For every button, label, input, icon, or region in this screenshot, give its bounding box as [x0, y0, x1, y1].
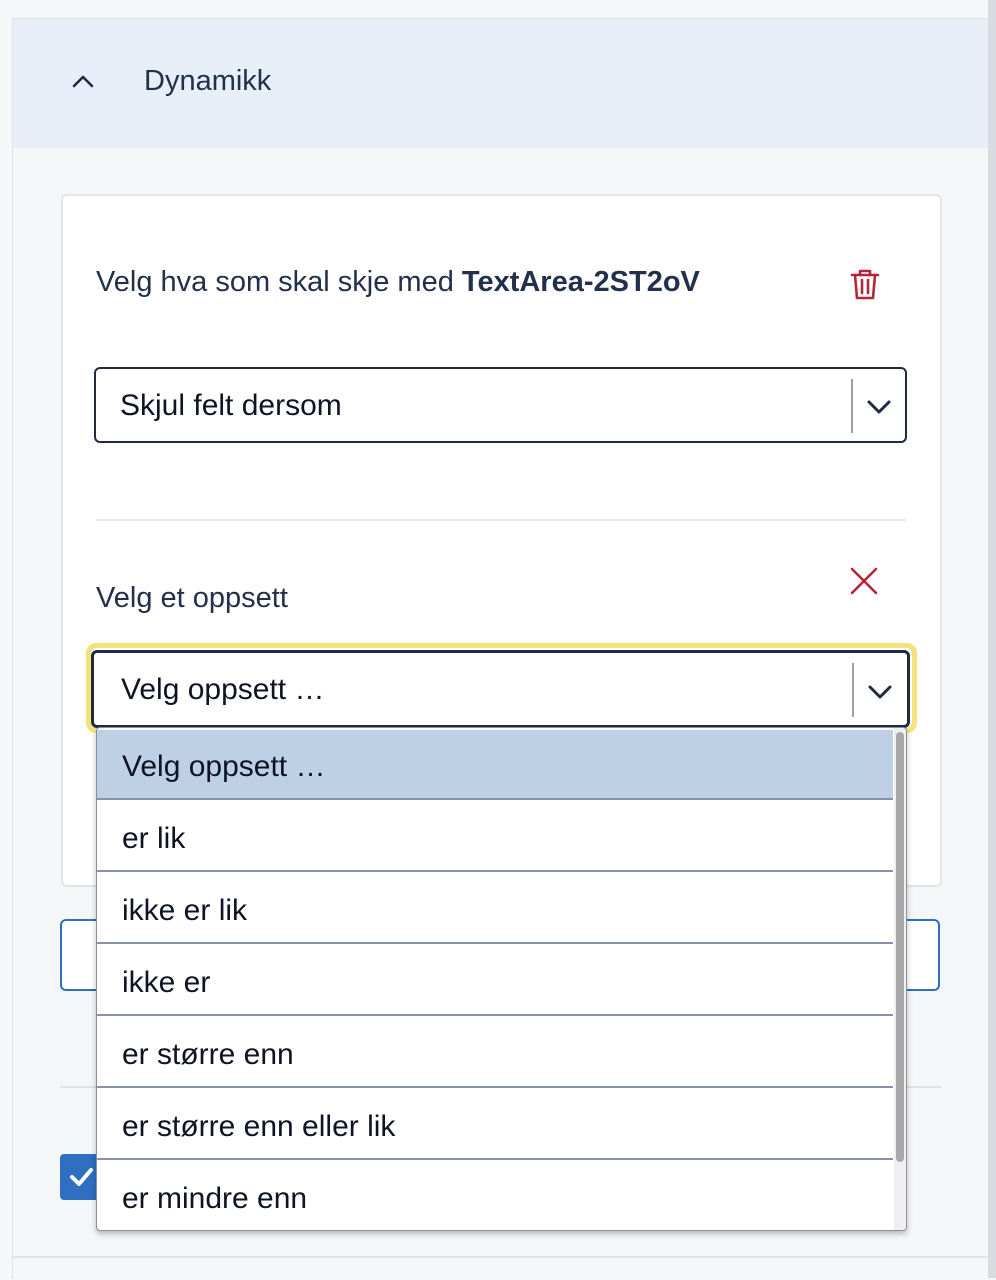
trash-icon[interactable] [850, 268, 880, 300]
chevron-down-icon[interactable] [867, 684, 893, 700]
panel-footer [13, 1256, 988, 1280]
check-icon [70, 1168, 93, 1186]
action-select[interactable]: Skjul felt dersom [94, 367, 907, 443]
close-icon[interactable] [850, 567, 878, 595]
dropdown-option[interactable]: ikke er lik [97, 874, 893, 944]
select-divider [852, 663, 854, 717]
action-select-value: Skjul felt dersom [120, 389, 342, 422]
dropdown-option[interactable]: er mindre enn [97, 1162, 893, 1230]
divider [96, 519, 906, 521]
checkbox[interactable] [60, 1154, 100, 1200]
condition-dropdown-list[interactable]: Velg oppsett … er lik ikke er lik ikke e… [96, 727, 907, 1231]
chevron-down-icon[interactable] [866, 399, 892, 415]
page-scrollbar[interactable] [988, 0, 996, 1278]
dropdown-option[interactable]: ikke er [97, 946, 893, 1016]
dropdown-scrollbar[interactable] [894, 728, 906, 1230]
dropdown-option[interactable]: er større enn [97, 1018, 893, 1088]
dropdown-option[interactable]: er lik [97, 802, 893, 872]
rule-description: Velg hva som skal skje med TextArea-2ST2… [96, 266, 700, 299]
dropdown-option[interactable]: Velg oppsett … [97, 730, 893, 800]
section-title: Dynamikk [144, 65, 272, 97]
dropdown-option[interactable]: er større enn eller lik [97, 1090, 893, 1160]
dropdown-scrollbar-thumb[interactable] [896, 732, 904, 1162]
condition-select-value: Velg oppsett … [121, 673, 325, 706]
chevron-up-icon[interactable] [72, 74, 94, 88]
condition-label: Velg et oppsett [96, 582, 288, 614]
condition-select[interactable]: Velg oppsett … [91, 650, 910, 728]
rule-target: TextArea-2ST2oV [461, 266, 700, 298]
rule-prefix: Velg hva som skal skje med [96, 266, 462, 298]
select-divider [851, 379, 853, 433]
